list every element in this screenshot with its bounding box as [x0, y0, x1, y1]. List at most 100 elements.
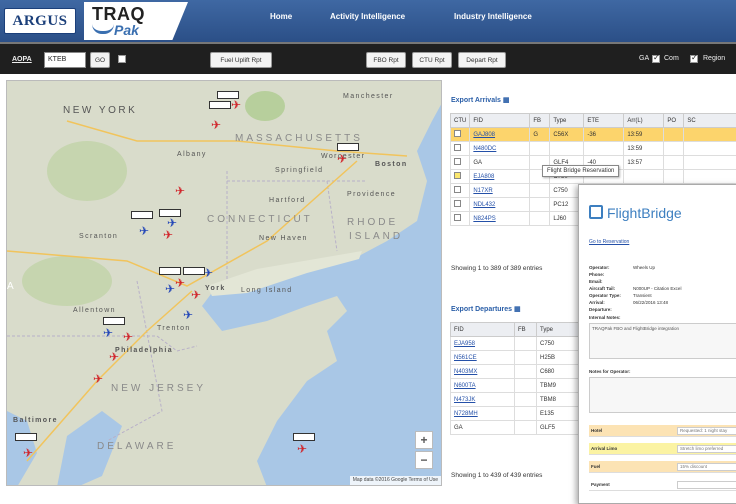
- aircraft-tag[interactable]: [131, 211, 153, 219]
- aircraft-marker[interactable]: ✈: [231, 99, 241, 111]
- internal-notes-box[interactable]: TRAQPak FBO and FlightBridge integration: [589, 323, 736, 359]
- fid-cell[interactable]: EJA808: [470, 170, 530, 184]
- fb-cell[interactable]: G: [530, 128, 550, 142]
- aircraft-marker[interactable]: ✈: [165, 283, 175, 295]
- aircraft-tag[interactable]: [183, 267, 205, 275]
- fid-cell[interactable]: N403MX: [451, 365, 515, 379]
- ctu-cell[interactable]: [451, 142, 470, 156]
- aircraft-marker[interactable]: ✈: [191, 289, 201, 301]
- export-arrivals-link[interactable]: Export Arrivals ▦: [451, 96, 510, 104]
- table-row[interactable]: GAJ808 G C56X -36 13:59: [451, 128, 736, 142]
- aircraft-marker[interactable]: ✈: [337, 153, 347, 165]
- column-header[interactable]: FB: [515, 323, 537, 337]
- table-row[interactable]: N403MXC680: [451, 365, 590, 379]
- fid-link[interactable]: EJA808: [473, 174, 494, 180]
- column-header[interactable]: FID: [470, 114, 530, 128]
- aircraft-marker[interactable]: ✈: [297, 443, 307, 455]
- go-button[interactable]: GO: [90, 52, 110, 68]
- fid-link[interactable]: N17XR: [473, 188, 492, 194]
- fid-cell[interactable]: N473JK: [451, 393, 515, 407]
- row-checkbox[interactable]: [454, 200, 461, 207]
- aopa-link[interactable]: AOPA: [12, 56, 32, 63]
- column-header[interactable]: FID: [451, 323, 515, 337]
- fid-link[interactable]: N561CE: [454, 355, 477, 361]
- request-value[interactable]: 15% discount: [677, 463, 736, 471]
- table-row[interactable]: N480DC 13:59: [451, 142, 736, 156]
- table-row[interactable]: GAGLF5: [451, 421, 590, 435]
- table-row[interactable]: EJA958C750: [451, 337, 590, 351]
- export-departures-link[interactable]: Export Departures ▦: [451, 305, 521, 313]
- row-checkbox[interactable]: [454, 172, 461, 179]
- zoom-out-button[interactable]: −: [415, 451, 433, 469]
- request-value[interactable]: Requested: 1 night stay: [677, 427, 736, 435]
- argus-logo[interactable]: ARGUS: [4, 8, 76, 34]
- ctu-cell[interactable]: [451, 184, 470, 198]
- aircraft-marker[interactable]: ✈: [163, 229, 173, 241]
- column-header[interactable]: PO: [664, 114, 684, 128]
- request-value[interactable]: [677, 481, 736, 489]
- go-to-reservation-link[interactable]: Go to Reservation: [589, 239, 629, 245]
- fid-link[interactable]: GAJ808: [473, 132, 495, 138]
- nav-home[interactable]: Home: [270, 12, 292, 21]
- aircraft-marker[interactable]: ✈: [123, 331, 133, 343]
- fid-cell[interactable]: N480DC: [470, 142, 530, 156]
- table-row[interactable]: N600TATBM9: [451, 379, 590, 393]
- request-value[interactable]: Stretch limo preferred: [677, 445, 736, 453]
- ctu-cell[interactable]: [451, 212, 470, 226]
- aircraft-marker[interactable]: ✈: [109, 351, 119, 363]
- column-header[interactable]: FB: [530, 114, 550, 128]
- ctu-cell[interactable]: [451, 170, 470, 184]
- fid-link[interactable]: N728MH: [454, 411, 478, 417]
- aircraft-tag[interactable]: [159, 267, 181, 275]
- fid-link[interactable]: N473JK: [454, 397, 475, 403]
- flight-map[interactable]: NEW YORK MASSACHUSETTS CONNECTICUT RHODE…: [6, 80, 442, 486]
- aircraft-tag[interactable]: [103, 317, 125, 325]
- aircraft-marker[interactable]: ✈: [175, 185, 185, 197]
- table-row[interactable]: N473JKTBM8: [451, 393, 590, 407]
- column-header[interactable]: ETE: [584, 114, 624, 128]
- fid-link[interactable]: EJA958: [454, 341, 475, 347]
- ctu-report-button[interactable]: CTU Rpt: [412, 52, 452, 68]
- aircraft-tag[interactable]: [15, 433, 37, 441]
- fid-link[interactable]: N403MX: [454, 369, 477, 375]
- fid-cell[interactable]: N17XR: [470, 184, 530, 198]
- row-checkbox[interactable]: [454, 144, 461, 151]
- fid-cell[interactable]: EJA958: [451, 337, 515, 351]
- fid-cell[interactable]: NDL432: [470, 198, 530, 212]
- row-checkbox[interactable]: [454, 214, 461, 221]
- fuel-uplift-report-button[interactable]: Fuel Uplift Rpt: [210, 52, 272, 68]
- aircraft-marker[interactable]: ✈: [211, 119, 221, 131]
- aircraft-tag[interactable]: [293, 433, 315, 441]
- ctu-cell[interactable]: [451, 156, 470, 170]
- airport-input[interactable]: KTEB: [44, 52, 86, 68]
- fid-cell[interactable]: N728MH: [451, 407, 515, 421]
- aircraft-marker[interactable]: ✈: [183, 309, 193, 321]
- zoom-in-button[interactable]: +: [415, 431, 433, 449]
- aircraft-marker[interactable]: ✈: [139, 225, 149, 237]
- row-checkbox[interactable]: [454, 130, 461, 137]
- ctu-cell[interactable]: [451, 198, 470, 212]
- row-checkbox[interactable]: [454, 186, 461, 193]
- aircraft-tag[interactable]: [217, 91, 239, 99]
- column-header[interactable]: Type: [550, 114, 584, 128]
- column-header[interactable]: Arr(L): [624, 114, 664, 128]
- aircraft-marker[interactable]: ✈: [175, 277, 185, 289]
- filter-ga-checkbox[interactable]: [652, 55, 660, 63]
- fid-link[interactable]: N600TA: [454, 383, 476, 389]
- fid-cell[interactable]: N824PS: [470, 212, 530, 226]
- fid-link[interactable]: N480DC: [473, 146, 496, 152]
- notes-for-operator-box[interactable]: [589, 377, 736, 413]
- fid-link[interactable]: NDL432: [473, 202, 495, 208]
- aircraft-marker[interactable]: ✈: [167, 217, 177, 229]
- aircraft-marker[interactable]: ✈: [103, 327, 113, 339]
- traqpak-logo[interactable]: TRAQ Pak: [84, 2, 188, 40]
- column-header[interactable]: CTU: [451, 114, 470, 128]
- fid-link[interactable]: N824PS: [473, 216, 495, 222]
- column-header[interactable]: SC: [684, 114, 736, 128]
- ctu-cell[interactable]: [451, 128, 470, 142]
- fid-cell[interactable]: N600TA: [451, 379, 515, 393]
- aircraft-tag[interactable]: [209, 101, 231, 109]
- filter-com-checkbox[interactable]: [690, 55, 698, 63]
- fbo-report-button[interactable]: FBO Rpt: [366, 52, 406, 68]
- aircraft-tag[interactable]: [159, 209, 181, 217]
